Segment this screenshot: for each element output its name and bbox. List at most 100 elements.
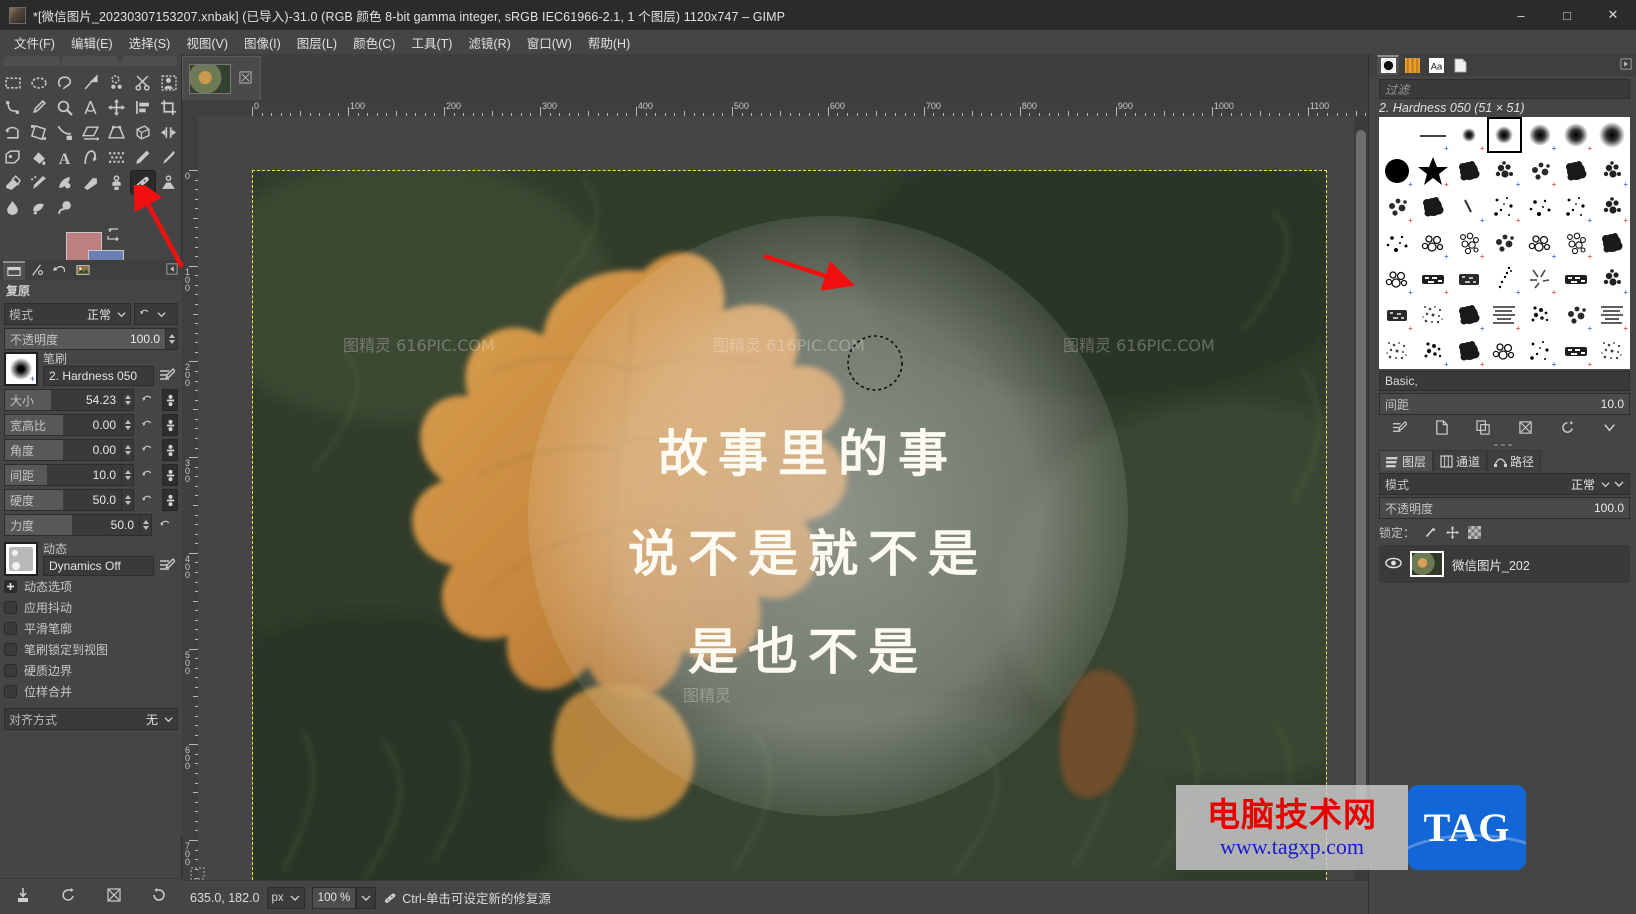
- checkbox-5[interactable]: [4, 685, 17, 698]
- shear-icon[interactable]: [78, 120, 104, 145]
- opacity-slider[interactable]: 不透明度 100.0: [4, 328, 166, 350]
- foreground-select-icon[interactable]: [156, 70, 182, 95]
- dynamics-preview[interactable]: [4, 542, 38, 576]
- menu-item-2[interactable]: 选择(S): [121, 30, 179, 55]
- edit-brush-icon[interactable]: [156, 364, 178, 386]
- menu-item-10[interactable]: 帮助(H): [580, 30, 638, 55]
- brush-cell-19[interactable]: +: [1594, 189, 1630, 225]
- text-icon[interactable]: A: [52, 145, 78, 170]
- brush-cell-13[interactable]: +: [1379, 189, 1415, 225]
- lock-position-icon[interactable]: [1446, 525, 1460, 539]
- alignment-icon[interactable]: [130, 95, 156, 120]
- zoom-dropdown[interactable]: [356, 886, 377, 909]
- brush-cell-14[interactable]: [1415, 189, 1451, 225]
- delete-tool-options-icon[interactable]: [106, 887, 122, 906]
- zoom-value[interactable]: 100 %: [311, 886, 357, 909]
- reset-slider-icon[interactable]: [134, 389, 160, 411]
- bucket-fill-icon[interactable]: [26, 145, 52, 170]
- brush-cell-0[interactable]: +: [1415, 117, 1451, 153]
- brush-preview[interactable]: +: [4, 352, 38, 386]
- brush-cell-7[interactable]: +: [1415, 153, 1451, 189]
- smudge-icon[interactable]: [26, 195, 52, 220]
- handle-transform-icon[interactable]: [52, 120, 78, 145]
- brush-cell-28[interactable]: +: [1415, 261, 1451, 297]
- layer-opacity-row[interactable]: 不透明度 100.0: [1379, 497, 1630, 519]
- slider-stepper[interactable]: [122, 464, 134, 486]
- brush-cell-27[interactable]: +: [1379, 261, 1415, 297]
- brush-cell-3[interactable]: +: [1522, 117, 1558, 153]
- brush-cell-31[interactable]: +: [1522, 261, 1558, 297]
- brush-cell-8[interactable]: [1451, 153, 1487, 189]
- brush-cell-23[interactable]: [1487, 225, 1523, 261]
- brush-cell-20[interactable]: [1379, 225, 1415, 261]
- brush-cell-41[interactable]: [1379, 333, 1415, 369]
- checkbox-2[interactable]: [4, 622, 17, 635]
- vertical-ruler[interactable]: 0 100 200 300 400 500 600 700: [182, 116, 198, 894]
- pencil-icon[interactable]: [130, 145, 156, 170]
- checkbox-row-1[interactable]: 应用抖动: [0, 597, 182, 618]
- menu-item-4[interactable]: 图像(I): [236, 30, 289, 55]
- brush-cell-45[interactable]: +: [1522, 333, 1558, 369]
- color-picker-icon[interactable]: [26, 95, 52, 120]
- tab-tool-options[interactable]: [3, 260, 25, 280]
- align-dropdown[interactable]: 对齐方式 无: [4, 708, 178, 730]
- scissors-select-icon[interactable]: [130, 70, 156, 95]
- tab-images[interactable]: [72, 261, 94, 280]
- chevron-down-icon[interactable]: [1614, 479, 1624, 489]
- dock-handle[interactable]: [120, 56, 177, 66]
- save-tool-options-icon[interactable]: [15, 887, 31, 906]
- reset-slider-icon[interactable]: [134, 489, 160, 511]
- brush-cell-33[interactable]: +: [1594, 261, 1630, 297]
- tab-layers[interactable]: 图层: [1379, 450, 1434, 471]
- brush-cell-15[interactable]: +: [1451, 189, 1487, 225]
- brush-spacing-slider[interactable]: 间距 10.0: [1379, 393, 1630, 415]
- quick-mask-toggle[interactable]: [190, 867, 208, 881]
- brush-cell-35[interactable]: [1415, 297, 1451, 333]
- eye-icon[interactable]: [1385, 557, 1402, 572]
- eraser-icon[interactable]: [0, 170, 26, 195]
- brush-cell-29[interactable]: [1451, 261, 1487, 297]
- flip-icon[interactable]: [156, 120, 182, 145]
- 间距-slider[interactable]: 间距 10.0: [4, 464, 122, 486]
- minimize-button[interactable]: –: [1498, 0, 1544, 30]
- brush-cell-12[interactable]: +: [1594, 153, 1630, 189]
- menu-item-1[interactable]: 编辑(E): [63, 30, 121, 55]
- checkbox-row-3[interactable]: 笔刷锁定到视图: [0, 639, 182, 660]
- menu-item-5[interactable]: 图层(L): [289, 30, 345, 55]
- menu-item-6[interactable]: 颜色(C): [345, 30, 403, 55]
- brush-cell-30[interactable]: +: [1487, 261, 1523, 297]
- blend-mode-dropdown[interactable]: 模式 正常: [4, 303, 131, 325]
- link-slider-icon[interactable]: [162, 389, 178, 411]
- brush-cell-2[interactable]: [1486, 117, 1523, 153]
- 3d-transform-icon[interactable]: [130, 120, 156, 145]
- brush-cell-24[interactable]: +: [1522, 225, 1558, 261]
- tab-device-status[interactable]: [26, 261, 48, 280]
- tab-paths[interactable]: 路径: [1487, 450, 1542, 471]
- brush-tag-row[interactable]: Basic,: [1379, 371, 1630, 391]
- ink-icon[interactable]: [52, 170, 78, 195]
- slider-stepper[interactable]: [122, 489, 134, 511]
- checkbox-row-2[interactable]: 平滑笔廓: [0, 618, 182, 639]
- brush-cell-40[interactable]: +: [1594, 297, 1630, 333]
- collapse-tool-options-icon[interactable]: [166, 262, 178, 278]
- brush-cell-22[interactable]: +: [1451, 225, 1487, 261]
- menu-item-7[interactable]: 工具(T): [403, 30, 460, 55]
- dodge-burn-icon[interactable]: [52, 195, 78, 220]
- image-tab[interactable]: [182, 56, 261, 100]
- pattern-icon[interactable]: [104, 145, 130, 170]
- checkbox-3[interactable]: [4, 643, 17, 656]
- opacity-stepper[interactable]: [166, 328, 178, 350]
- rotate-icon[interactable]: [0, 120, 26, 145]
- new-brush-icon[interactable]: [1434, 420, 1449, 438]
- warp-transform-icon[interactable]: [0, 145, 26, 170]
- brush-cell-47[interactable]: [1594, 333, 1630, 369]
- brush-cell-10[interactable]: +: [1522, 153, 1558, 189]
- brush-name-field[interactable]: 2. Hardness 050: [43, 366, 154, 386]
- slider-stepper[interactable]: [140, 514, 152, 536]
- maximize-button[interactable]: □: [1544, 0, 1590, 30]
- open-brush-menu-icon[interactable]: [1602, 420, 1617, 438]
- rect-select-icon[interactable]: [0, 70, 26, 95]
- image-canvas[interactable]: 图精灵 616PIC.COM 图精灵 616PIC.COM 图精灵 616PIC…: [252, 170, 1327, 885]
- zoom-icon[interactable]: [52, 95, 78, 120]
- brush-cell-44[interactable]: [1487, 333, 1523, 369]
